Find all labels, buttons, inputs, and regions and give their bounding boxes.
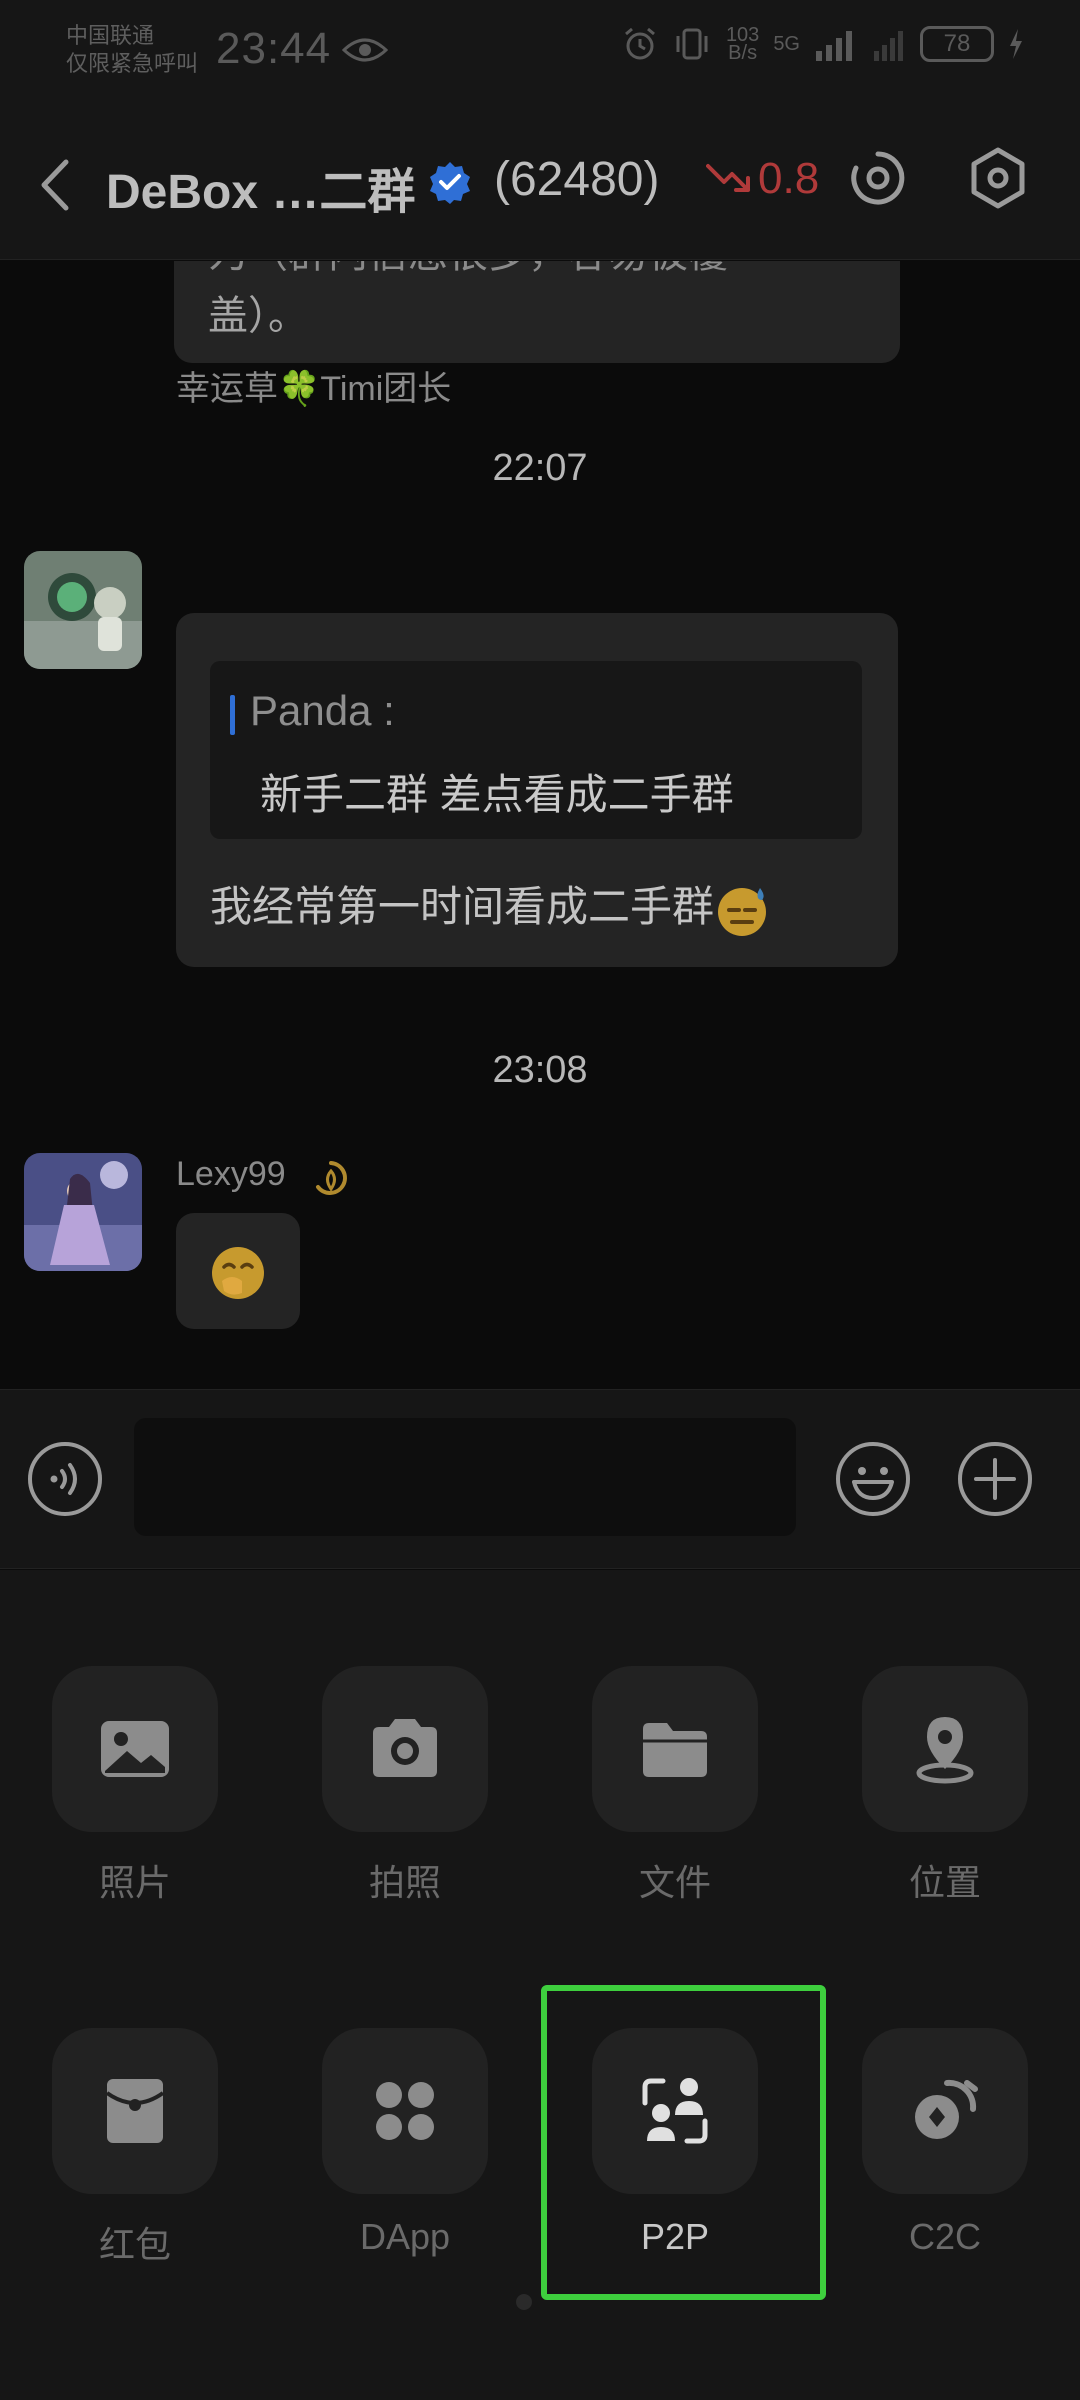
charging-icon [1010, 29, 1022, 59]
red-packet-icon [105, 2079, 165, 2143]
selection-highlight [541, 1985, 826, 2300]
trend-down-icon [706, 164, 750, 192]
tool-tile[interactable] [592, 1666, 758, 1832]
dapp-icon [376, 2082, 434, 2140]
avatar-image [24, 551, 142, 669]
message-bubble-partial[interactable]: 为（群内信息很多，容易被覆 盖）。 [174, 261, 900, 363]
tool-label: 红包 [98, 2224, 171, 2265]
price-trend[interactable]: 0.8 [706, 154, 822, 204]
message-text-row: 我经常第一时间看成二手群 [210, 873, 770, 938]
crown-badge-icon [316, 1161, 347, 1195]
sender-name: Lexy99 [176, 1155, 286, 1193]
member-count: (62480) [494, 153, 660, 206]
message-timestamp: 23:08 [492, 1049, 588, 1091]
message-bubble[interactable]: Panda : 新手二群 差点看成二手群 我经常第一时间看成二手群 [176, 613, 898, 967]
net-speed-unit: B/s [728, 42, 758, 64]
net-speed: 103 B/s [726, 25, 759, 64]
carrier-status: 仅限紧急呼叫 [66, 51, 199, 76]
sender-name: 幸运草🍀Timi团长 [176, 370, 452, 408]
eye-icon [342, 38, 388, 62]
tool-location[interactable]: 位置 [862, 1666, 1028, 1906]
battery-level: 78 [943, 30, 971, 57]
chat-area[interactable]: 为（群内信息很多，容易被覆 盖）。 22:07 幸运草🍀Timi团长 Panda… [0, 261, 1080, 1389]
message-input[interactable] [134, 1418, 796, 1536]
tool-camera[interactable]: 拍照 [322, 1666, 488, 1906]
timer-icon[interactable] [848, 148, 908, 208]
tool-red-packet[interactable]: 红包 [52, 2028, 218, 2268]
tool-tile[interactable] [52, 2028, 218, 2194]
network-type: 5G [773, 32, 800, 55]
message-input-bar [0, 1389, 1080, 1569]
tool-c2c[interactable]: C2C [862, 2028, 1028, 2258]
hand-over-mouth-emoji [212, 1247, 264, 1299]
vibrate-icon [676, 28, 708, 60]
tool-label: 拍照 [368, 1862, 441, 1903]
tool-label: C2C [908, 2216, 982, 2257]
group-title[interactable]: DeBox …二群 [106, 152, 415, 222]
quote-text: 新手二群 差点看成二手群 [260, 771, 734, 818]
settings-icon[interactable] [966, 146, 1030, 210]
tool-file[interactable]: 文件 [592, 1666, 758, 1906]
sweat-smile-emoji [718, 887, 767, 936]
chat-header: DeBox …二群 (62480) 0.8 [0, 110, 1080, 260]
image-icon [101, 1721, 169, 1777]
tool-label: 位置 [908, 1862, 981, 1903]
tool-tile[interactable] [862, 1666, 1028, 1832]
quoted-message[interactable]: Panda : 新手二群 差点看成二手群 [210, 661, 862, 839]
tool-tile[interactable] [322, 1666, 488, 1832]
message-text-end: 盖）。 [208, 294, 308, 338]
quote-accent-bar [230, 695, 235, 735]
carrier-name: 中国联通 [66, 23, 155, 48]
tool-dapp[interactable]: DApp [322, 2028, 488, 2258]
location-icon [916, 1717, 974, 1784]
tool-label: 照片 [98, 1862, 171, 1903]
c2c-icon [915, 2079, 978, 2139]
message-bubble[interactable] [176, 1213, 300, 1329]
signal-icon-secondary [874, 31, 903, 61]
back-icon[interactable] [30, 152, 80, 218]
voice-input-icon[interactable] [26, 1440, 104, 1518]
tool-label: DApp [359, 2216, 451, 2257]
clock: 23:44 [216, 24, 332, 73]
more-actions-icon[interactable] [956, 1440, 1034, 1518]
message-text-partial: 为（群内信息很多，容易被覆 [208, 261, 728, 279]
tool-tile[interactable] [322, 2028, 488, 2194]
quote-author: Panda : [250, 687, 395, 734]
avatar[interactable] [24, 551, 142, 669]
tool-label: 文件 [638, 1862, 711, 1903]
camera-icon [373, 1719, 437, 1777]
message-timestamp: 22:07 [492, 447, 588, 489]
folder-icon [643, 1723, 707, 1777]
carrier-info: 中国联通 仅限紧急呼叫 [66, 22, 198, 78]
page-indicator-dot[interactable] [516, 2294, 532, 2310]
avatar-image [24, 1153, 142, 1271]
battery-indicator: 78 [920, 26, 994, 62]
tool-tile[interactable] [862, 2028, 1028, 2194]
alarm-icon [624, 27, 655, 60]
verified-badge-icon [430, 162, 470, 204]
emoji-picker-icon[interactable] [834, 1440, 912, 1518]
tool-photo[interactable]: 照片 [52, 1666, 218, 1906]
status-indicators: 103 B/s 5G 78 [622, 25, 1024, 64]
avatar[interactable] [24, 1153, 142, 1271]
signal-icon [816, 31, 852, 61]
message-text: 我经常第一时间看成二手群 [210, 883, 715, 930]
trend-value: 0.8 [758, 154, 820, 203]
status-bar: 中国联通 仅限紧急呼叫 23:44 103 B/s 5G 78 [0, 0, 1080, 110]
tool-tile[interactable] [52, 1666, 218, 1832]
